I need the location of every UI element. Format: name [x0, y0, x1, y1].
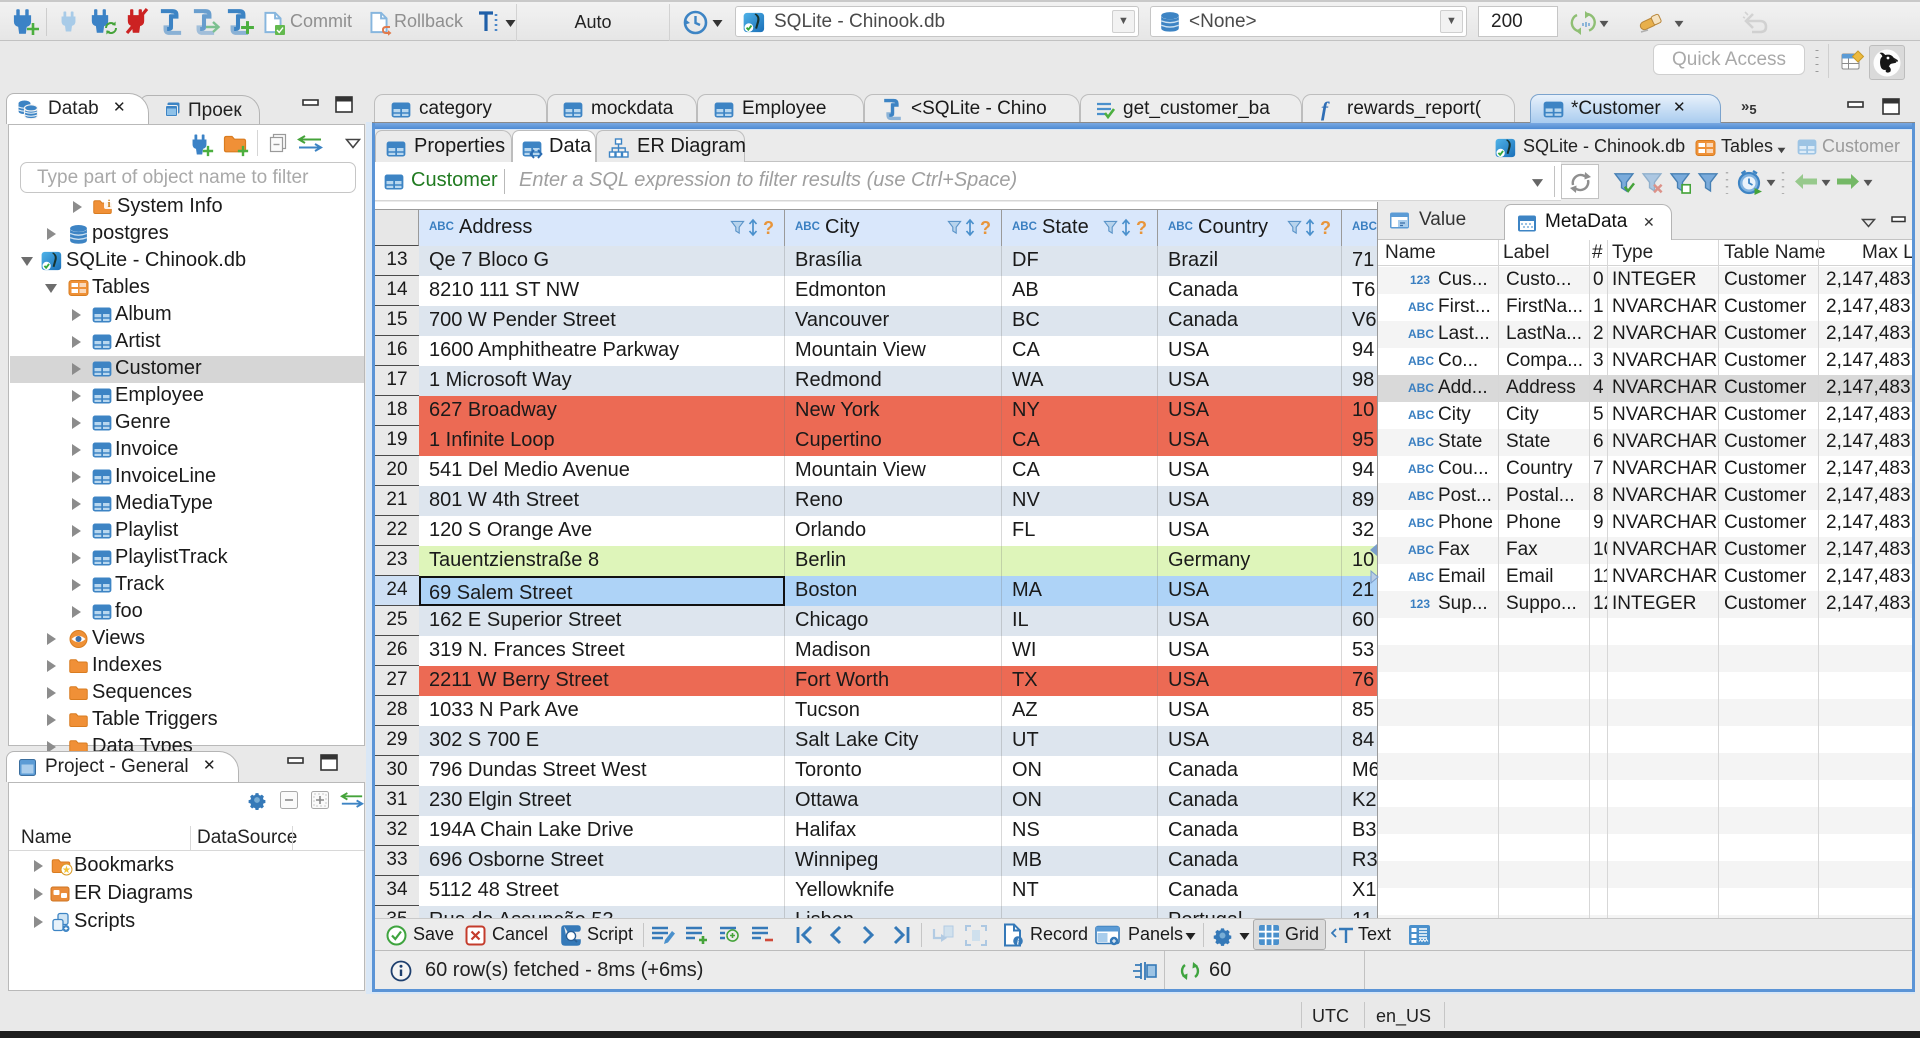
svg-text:i: i: [107, 198, 110, 209]
